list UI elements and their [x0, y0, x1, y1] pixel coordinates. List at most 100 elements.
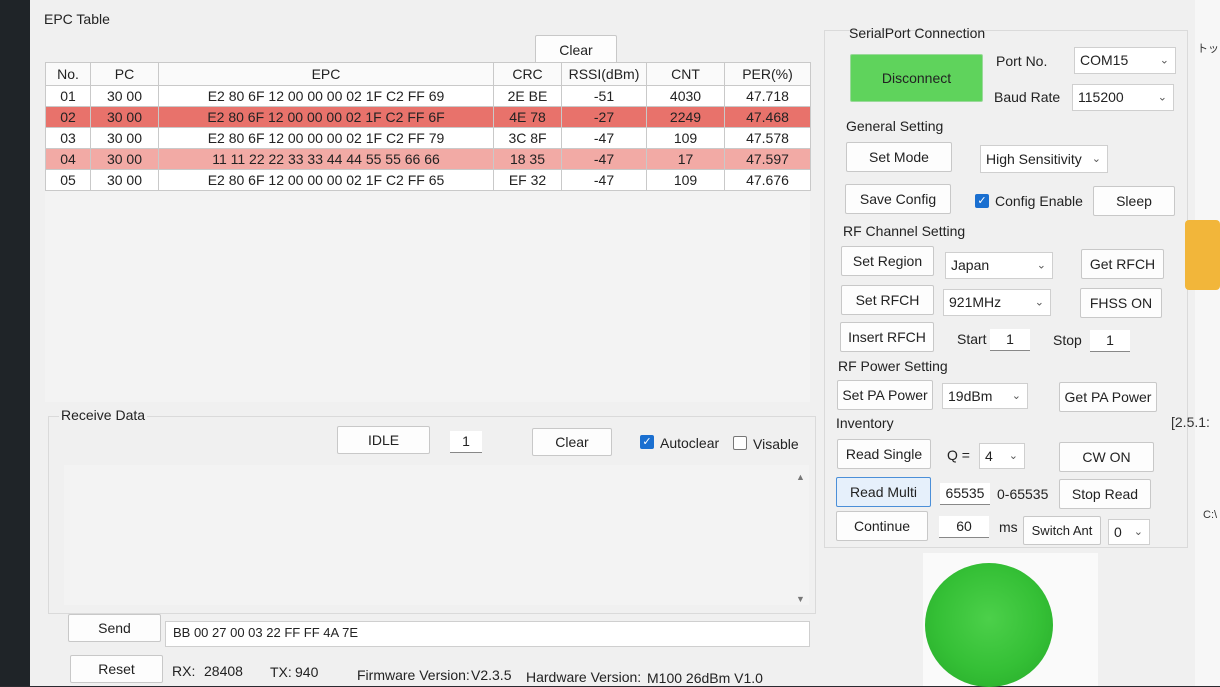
ant-select[interactable]: 0 ⌄ [1108, 519, 1150, 545]
table-row[interactable]: 02 30 00 E2 80 6F 12 00 00 00 02 1F C2 FF … [45, 106, 811, 128]
cell-per: 47.578 [724, 127, 811, 149]
chevron-down-icon: ⌄ [1091, 153, 1101, 165]
pa-power-select[interactable]: 19dBm ⌄ [942, 383, 1028, 409]
epc-clear-button[interactable]: Clear [535, 35, 617, 65]
config-enable-checkbox[interactable]: ✓ [975, 194, 989, 208]
set-mode-button[interactable]: Set Mode [846, 142, 952, 172]
cell-per: 47.468 [724, 106, 811, 128]
start-label: Start [957, 331, 987, 347]
cell-pc: 30 00 [90, 169, 159, 191]
start-field[interactable]: 1 [990, 329, 1030, 351]
switch-ant-button[interactable]: Switch Ant [1023, 516, 1101, 545]
hardware-value: M100 26dBm V1.0 [647, 670, 763, 686]
cell-crc: EF 32 [493, 169, 562, 191]
table-row[interactable]: 03 30 00 E2 80 6F 12 00 00 00 02 1F C2 FF … [45, 127, 811, 149]
receive-text-area[interactable] [64, 465, 809, 605]
chevron-down-icon: ⌄ [1034, 296, 1044, 308]
q-label: Q = [947, 447, 970, 463]
cell-pc: 30 00 [90, 106, 159, 128]
chevron-down-icon: ⌄ [1011, 390, 1021, 402]
tx-value: 940 [295, 664, 319, 680]
col-header-rssi: RSSI(dBm) [561, 62, 647, 86]
autoclear-label: Autoclear [660, 435, 720, 451]
cell-no: 03 [45, 127, 91, 149]
region-select[interactable]: Japan ⌄ [945, 252, 1053, 279]
rfch-select[interactable]: 921MHz ⌄ [943, 289, 1051, 316]
port-select[interactable]: COM15 ⌄ [1074, 47, 1176, 74]
receive-clear-button[interactable]: Clear [532, 428, 612, 456]
folder-icon [1185, 220, 1220, 290]
idle-button[interactable]: IDLE [337, 426, 430, 454]
set-region-button[interactable]: Set Region [841, 246, 934, 276]
continue-interval-field[interactable]: 60 [939, 516, 989, 538]
table-row[interactable]: 04 30 00 11 11 22 22 33 33 44 44 55 55 66 … [45, 148, 811, 170]
receive-count-field[interactable]: 1 [450, 431, 482, 453]
cell-cnt: 17 [646, 148, 725, 170]
receive-data-title: Receive Data [59, 407, 148, 423]
send-button[interactable]: Send [68, 614, 161, 642]
table-row[interactable]: 05 30 00 E2 80 6F 12 00 00 00 02 1F C2 FF … [45, 169, 811, 191]
disconnect-button[interactable]: Disconnect [850, 54, 983, 102]
read-multi-button[interactable]: Read Multi [836, 477, 931, 507]
cell-per: 47.676 [724, 169, 811, 191]
read-single-button[interactable]: Read Single [837, 439, 931, 469]
tx-label: TX: [270, 664, 292, 680]
send-input[interactable]: BB 00 27 00 03 22 FF FF 4A 7E [165, 621, 810, 647]
cell-per: 47.718 [724, 85, 811, 107]
rf-channel-title: RF Channel Setting [843, 223, 966, 239]
multi-count-field[interactable]: 65535 [940, 483, 990, 505]
cell-epc: E2 80 6F 12 00 00 00 02 1F C2 FF 69 [158, 85, 494, 107]
visable-checkbox[interactable] [733, 436, 747, 450]
get-rfch-button[interactable]: Get RFCH [1081, 249, 1164, 279]
stop-read-button[interactable]: Stop Read [1059, 479, 1151, 509]
col-header-epc: EPC [158, 62, 494, 86]
baud-select[interactable]: 115200 ⌄ [1072, 84, 1174, 111]
cell-no: 05 [45, 169, 91, 191]
chevron-down-icon: ⌄ [1008, 450, 1018, 462]
col-header-pc: PC [90, 62, 159, 86]
q-select[interactable]: 4 ⌄ [979, 443, 1025, 469]
insert-rfch-button[interactable]: Insert RFCH [840, 322, 934, 352]
multi-range-label: 0-65535 [997, 486, 1049, 502]
mode-select[interactable]: High Sensitivity ⌄ [980, 145, 1108, 173]
continue-button[interactable]: Continue [836, 511, 928, 541]
cell-epc: E2 80 6F 12 00 00 00 02 1F C2 FF 79 [158, 127, 494, 149]
cell-epc: E2 80 6F 12 00 00 00 02 1F C2 FF 6F [158, 106, 494, 128]
baud-label: Baud Rate [994, 89, 1061, 105]
chevron-down-icon: ⌄ [1133, 526, 1143, 538]
sleep-button[interactable]: Sleep [1093, 186, 1175, 216]
cell-pc: 30 00 [90, 127, 159, 149]
scroll-up-arrow[interactable]: ▲ [796, 472, 805, 482]
cell-cnt: 109 [646, 127, 725, 149]
chevron-down-icon: ⌄ [1157, 91, 1167, 103]
cell-crc: 18 35 [493, 148, 562, 170]
set-rfch-button[interactable]: Set RFCH [841, 285, 934, 315]
general-title: General Setting [846, 118, 944, 134]
stop-field[interactable]: 1 [1090, 330, 1130, 352]
reset-button[interactable]: Reset [70, 655, 163, 683]
cell-rssi: -51 [561, 85, 647, 107]
cw-on-button[interactable]: CW ON [1059, 442, 1154, 472]
cell-no: 01 [45, 85, 91, 107]
epc-table: No. PC EPC CRC RSSI(dBm) CNT PER(%) 01 30… [45, 62, 811, 191]
set-pa-power-button[interactable]: Set PA Power [837, 380, 933, 410]
cell-no: 04 [45, 148, 91, 170]
scroll-down-arrow[interactable]: ▼ [796, 594, 805, 604]
cell-no: 02 [45, 106, 91, 128]
cell-crc: 4E 78 [493, 106, 562, 128]
cell-cnt: 4030 [646, 85, 725, 107]
table-row[interactable]: 01 30 00 E2 80 6F 12 00 00 00 02 1F C2 FF … [45, 85, 811, 107]
col-header-no: No. [45, 62, 91, 86]
cell-epc: E2 80 6F 12 00 00 00 02 1F C2 FF 65 [158, 169, 494, 191]
autoclear-checkbox[interactable]: ✓ [640, 435, 654, 449]
port-label: Port No. [996, 53, 1048, 69]
background-window-edge: トップ [2.5.1: C:\ [1171, 0, 1220, 686]
save-config-button[interactable]: Save Config [845, 184, 951, 214]
fhss-button[interactable]: FHSS ON [1080, 288, 1162, 318]
hardware-label: Hardware Version: [526, 669, 642, 685]
ms-label: ms [999, 519, 1018, 535]
cell-cnt: 109 [646, 169, 725, 191]
epc-table-header: No. PC EPC CRC RSSI(dBm) CNT PER(%) [45, 62, 811, 86]
get-pa-power-button[interactable]: Get PA Power [1059, 382, 1157, 412]
cell-rssi: -47 [561, 127, 647, 149]
